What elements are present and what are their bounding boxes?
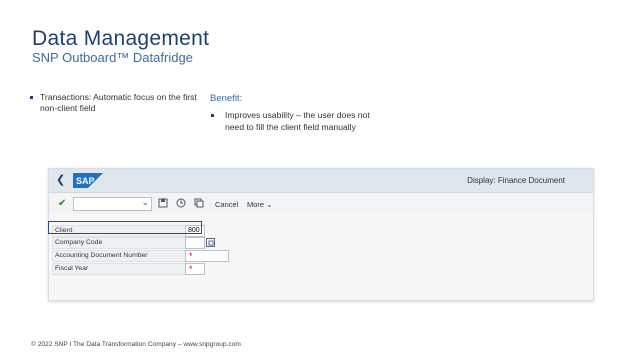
copy-icon[interactable] <box>194 198 204 208</box>
window-title: Display: Finance Document <box>467 176 565 185</box>
benefit-bullet: Improves usability – the user does not n… <box>210 110 380 133</box>
focus-highlight-client <box>48 221 202 234</box>
sap-shell-bar: ❮ SAP Display: Finance Document <box>49 169 593 193</box>
transaction-bullet: Transactions: Automatic focus on the fir… <box>30 92 205 114</box>
bullet-icon <box>211 114 214 117</box>
command-field-dropdown[interactable]: ⌄ <box>73 197 152 211</box>
clock-icon[interactable] <box>176 198 186 208</box>
more-button[interactable]: More ⌄ <box>247 200 272 209</box>
accounting-document-input[interactable]: * <box>185 250 229 262</box>
chevron-down-icon: ⌄ <box>266 200 273 209</box>
cancel-button[interactable]: Cancel <box>215 200 238 209</box>
bullet-icon <box>30 96 33 99</box>
required-marker: * <box>189 264 193 274</box>
fiscal-year-label: Fiscal Year <box>52 263 189 275</box>
required-marker: * <box>189 251 193 261</box>
sap-logo: SAP <box>73 173 103 188</box>
chevron-down-icon[interactable]: ⌄ <box>141 197 149 208</box>
save-icon[interactable] <box>158 198 168 208</box>
company-code-label: Company Code <box>52 237 189 249</box>
checkmark-icon[interactable]: ✔ <box>58 198 66 209</box>
back-arrow-icon[interactable]: ❮ <box>56 173 65 186</box>
accounting-document-label: Accounting Document Number <box>52 250 189 262</box>
slide-title: Data Management <box>32 27 210 50</box>
more-button-label: More <box>247 200 265 209</box>
slide-subtitle: SNP Outboard™ Datafridge <box>32 50 193 65</box>
sap-logo-text: SAP <box>76 176 95 186</box>
fiscal-year-input[interactable]: * <box>185 263 205 275</box>
value-help-icon[interactable] <box>206 238 215 247</box>
footer-copyright: © 2022 SNP I The Data Transformation Com… <box>31 341 241 348</box>
sap-screenshot: ❮ SAP Display: Finance Document ✔ ⌄ Canc… <box>48 168 594 301</box>
benefit-bullet-text: Improves usability – the user does not n… <box>225 110 370 132</box>
transaction-bullet-text: Transactions: Automatic focus on the fir… <box>40 92 197 113</box>
benefit-heading: Benefit: <box>210 93 243 104</box>
company-code-input[interactable] <box>185 237 205 249</box>
